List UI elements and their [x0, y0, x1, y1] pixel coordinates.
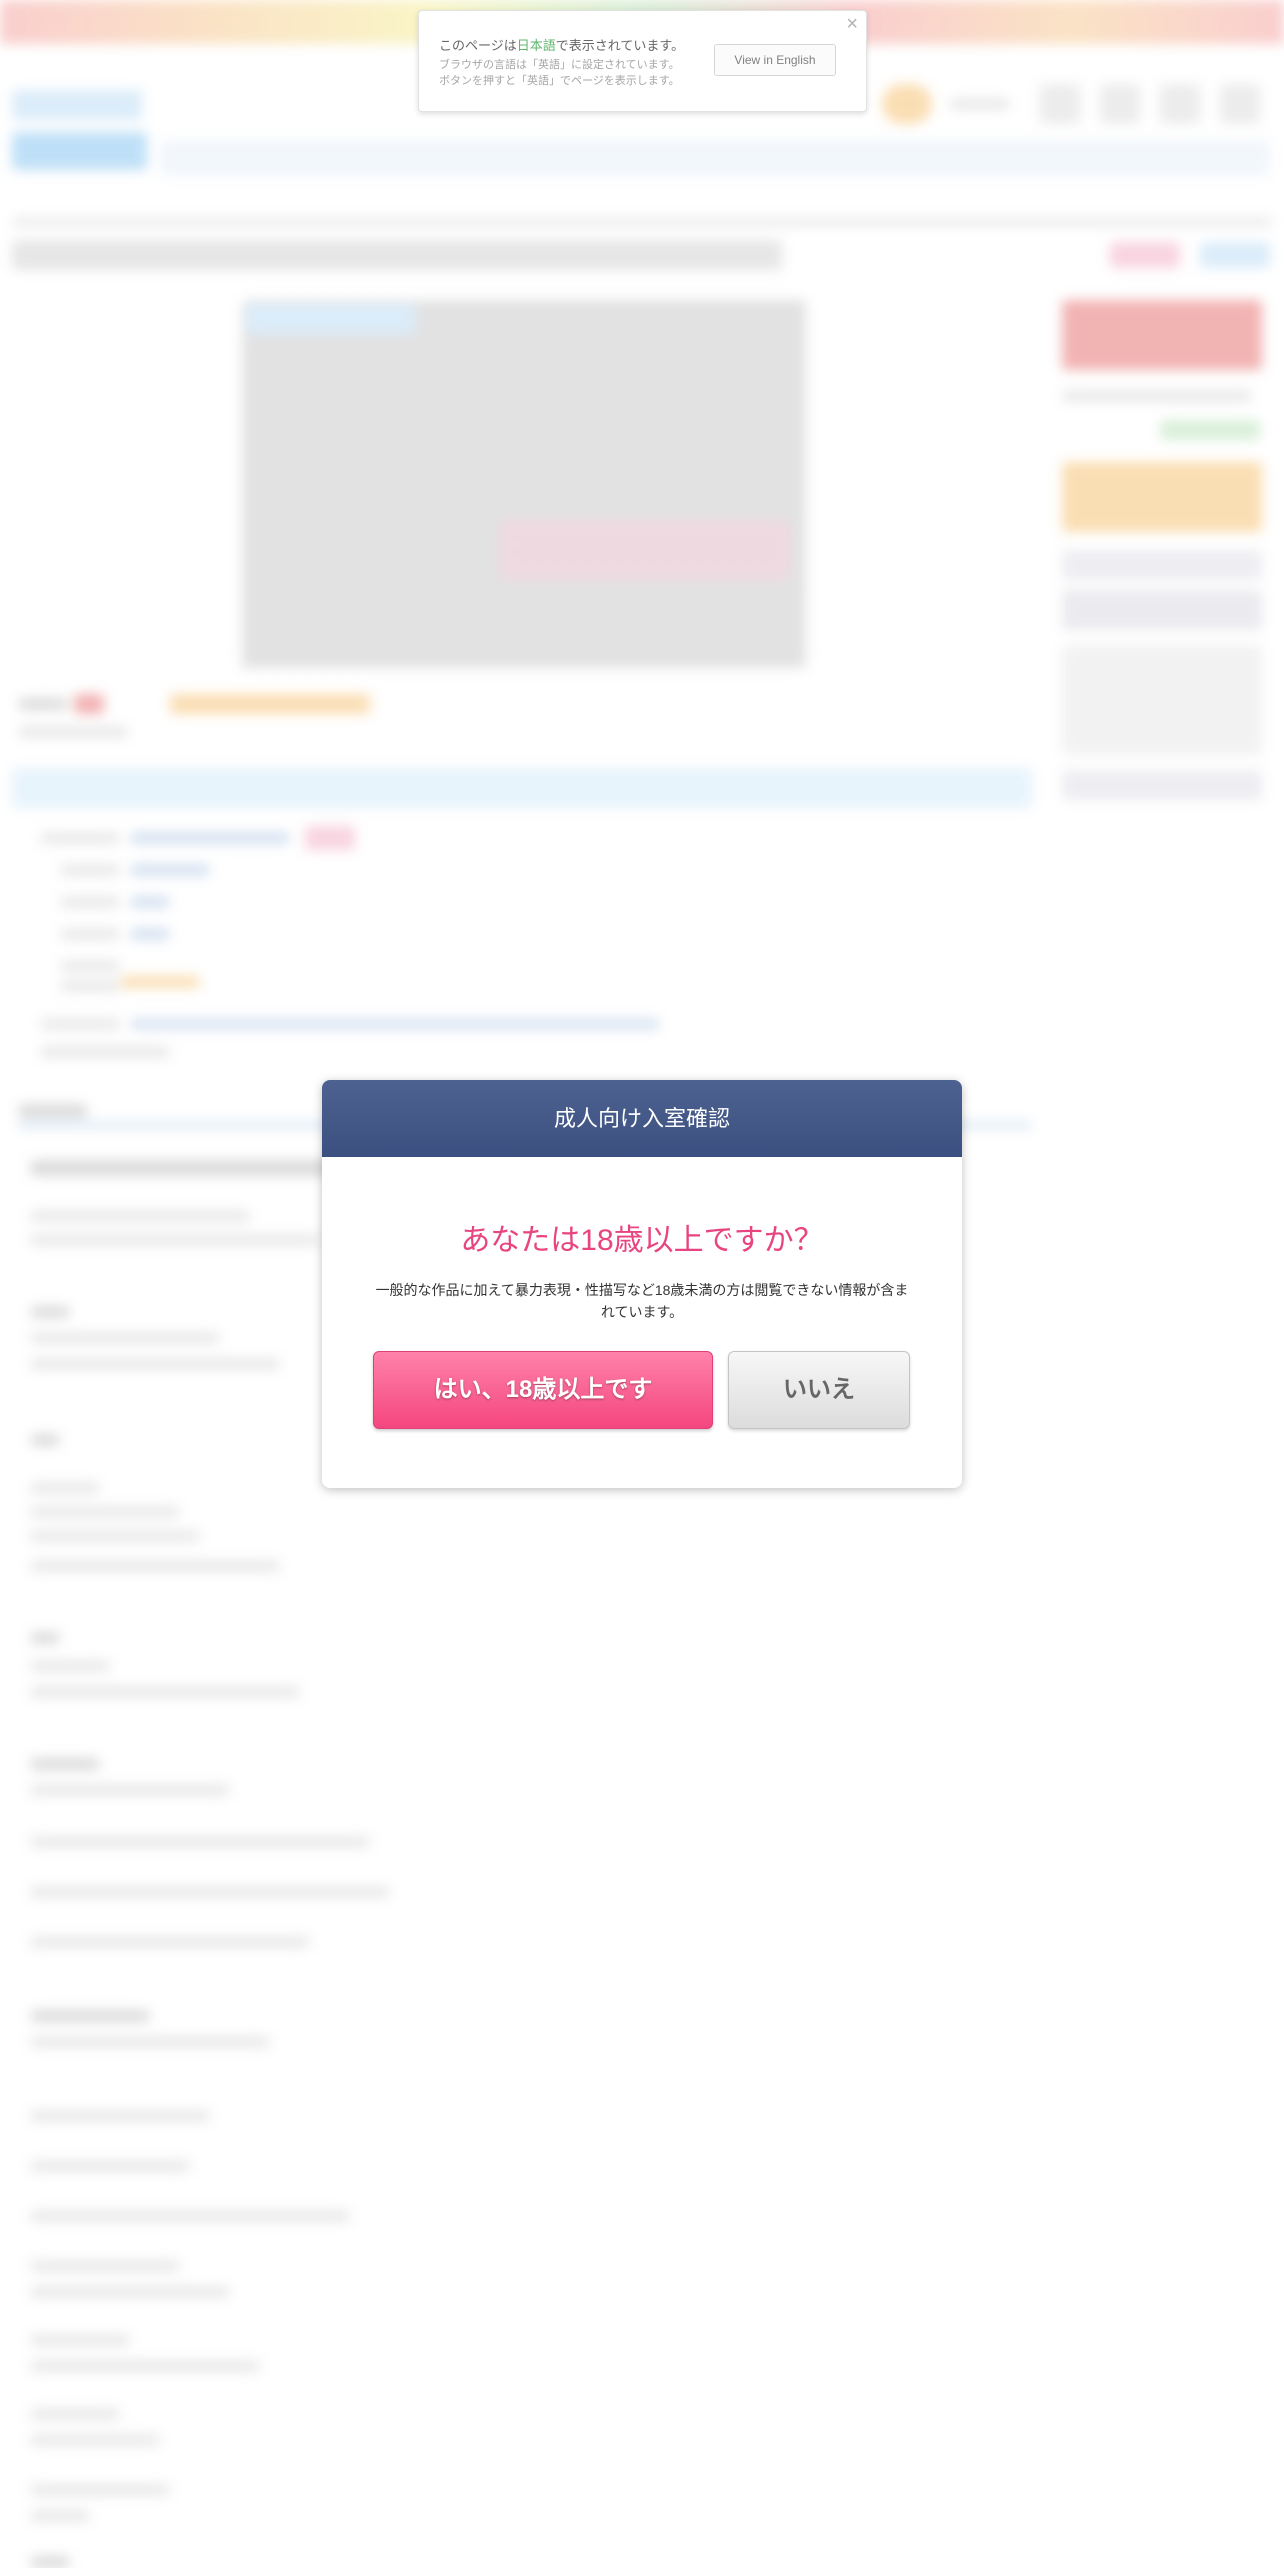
decline-button[interactable]: いいえ — [728, 1351, 910, 1429]
age-warning-text: 一般的な作品に加えて暴力表現・性描写など18歳未満の方は閲覧できない情報が含まれ… — [375, 1282, 909, 1320]
modal-title: 成人向け入室確認 — [322, 1080, 962, 1157]
confirm-adult-button[interactable]: はい、18歳以上です — [373, 1351, 713, 1429]
age-verification-modal: 成人向け入室確認 あなたは18歳以上ですか？ 一般的な作品に加えて暴力表現・性描… — [322, 1080, 962, 1488]
age-question: あなたは18歳以上ですか？ — [460, 1224, 824, 1257]
